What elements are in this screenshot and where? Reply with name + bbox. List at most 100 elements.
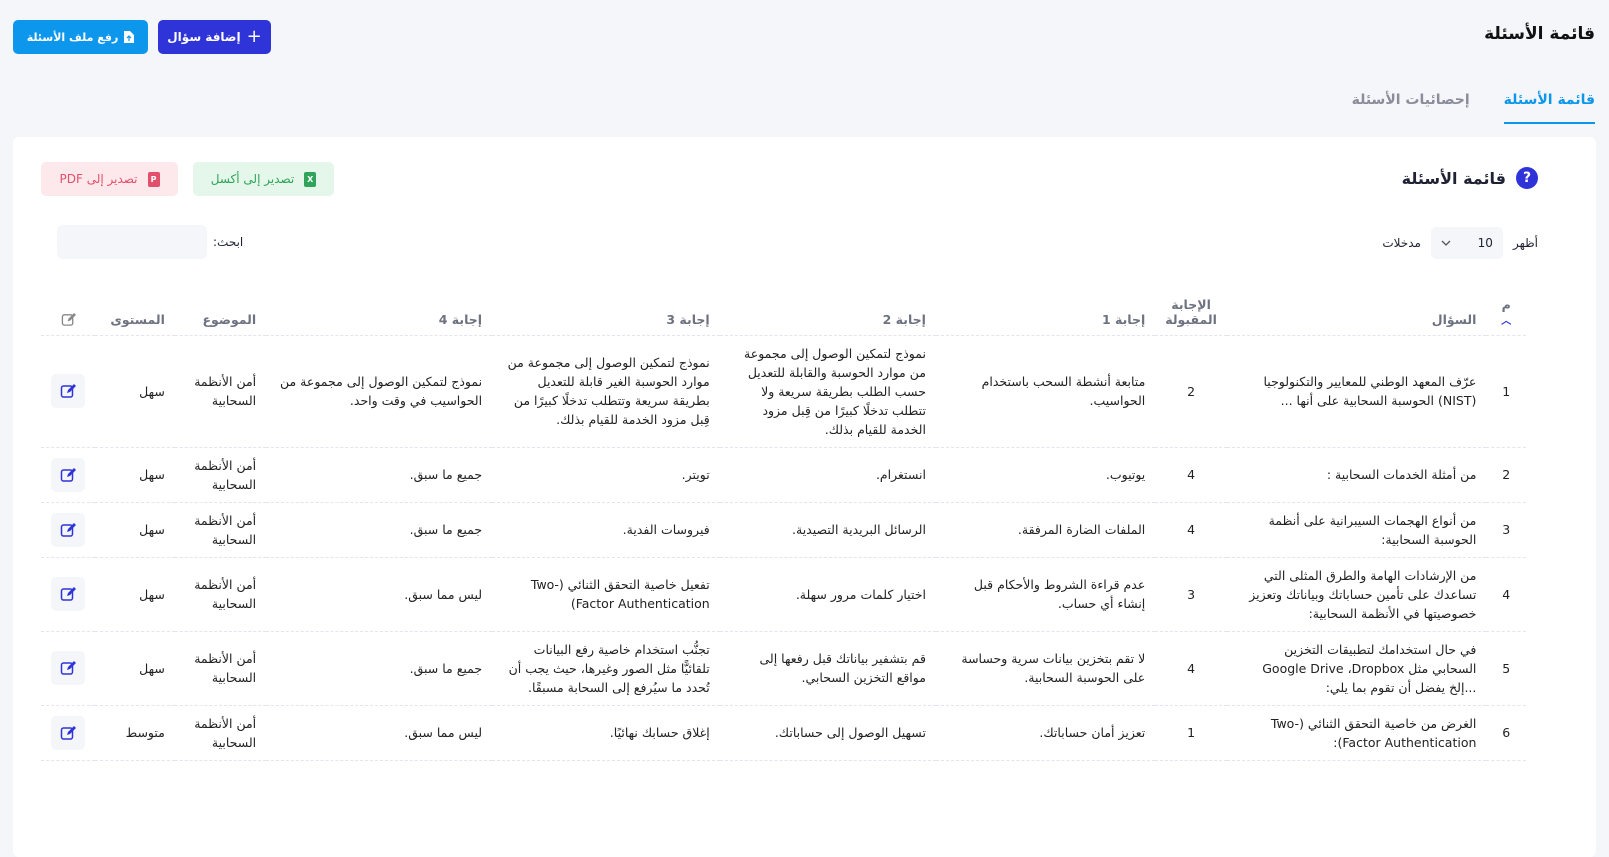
cell-correct: 4 [1155,447,1227,503]
cell-index: 6 [1486,705,1526,761]
export-excel-label: تصدير إلى أكسل [210,172,295,186]
sort-asc-icon: ︿ [1501,315,1512,327]
edit-question-button[interactable] [51,512,86,547]
col-level[interactable]: المستوى [95,277,175,336]
cell-topic: أمن الأنظمة السحابية [174,502,267,558]
help-icon[interactable]: ? [1516,167,1538,189]
table-row: 5 في حال استخدامك لتطبيقات التخزين السحاب… [41,631,1526,706]
cell-correct: 3 [1155,557,1227,632]
cell-a1: تعزيز أمان حساباتك. [935,705,1156,761]
cell-level: سهل [95,447,175,503]
col-index[interactable]: م ︿ [1486,277,1526,336]
cell-edit [41,447,96,503]
edit-icon [60,587,77,601]
table-row: 6 الغرض من خاصية التحقق الثنائي (Two-Fact… [41,705,1526,761]
cell-a4: جميع ما سبق. [266,631,493,706]
cell-a1: متابعة أنشطة السحب باستخدام الحواسيب. [935,335,1156,448]
col-correct[interactable]: الإجابة المقبولة [1155,277,1227,336]
cell-topic: أمن الأنظمة السحابية [174,335,267,448]
cell-correct: 2 [1155,335,1227,448]
cell-a3: تويتر. [492,447,720,503]
edit-question-button[interactable] [51,715,86,750]
entries-label: مدخلات [1382,236,1421,250]
page-title: قائمة الأسئلة [1484,24,1595,44]
table-row: 2 من أمثلة الخدمات السحابية :4 يوتيوب. انست… [41,447,1526,503]
table-row: 4 من الإرشادات الهامة والطرق المثلى التي … [41,557,1526,632]
cell-index: 3 [1486,502,1526,558]
export-pdf-label: تصدير إلى PDF [59,172,138,186]
show-label: أظهر [1512,236,1538,250]
cell-edit [41,631,96,706]
edit-icon [60,467,77,482]
export-pdf-button[interactable]: P تصدير إلى PDF [41,162,178,196]
search-control: ابحث: [57,225,243,259]
cell-edit [41,557,96,632]
cell-edit [41,335,96,448]
edit-question-button[interactable] [51,374,86,408]
export-excel-button[interactable]: X تصدير إلى أكسل [193,162,334,196]
cell-question: عرّف المعهد الوطني للمعايير والتكنولوجيا… [1226,335,1487,448]
cell-a3: نموذج لتمكين الوصول إلى مجموعة من موارد … [492,335,720,448]
upload-questions-button[interactable]: رفع ملف الأسئلة [13,20,148,54]
col-answer-2[interactable]: إجابة 2 [719,277,936,336]
cell-level: سهل [95,335,175,448]
cell-edit [41,705,96,761]
col-answer-4[interactable]: إجابة 4 [266,277,493,336]
cell-question: من الإرشادات الهامة والطرق المثلى التي ت… [1226,557,1487,632]
col-answer-1[interactable]: إجابة 1 [935,277,1156,336]
cell-a1: يوتيوب. [935,447,1156,503]
cell-a2: الرسائل البريدية التصيدية. [719,502,936,558]
cell-a2: تسهيل الوصول إلى حساباتك. [719,705,936,761]
table-row: 1 عرّف المعهد الوطني للمعايير والتكنولوجي… [41,335,1526,448]
cell-index: 5 [1486,631,1526,706]
pdf-file-icon: P [147,171,160,187]
edit-question-button[interactable] [51,577,86,611]
cell-a2: نموذج لتمكين الوصول إلى مجموعة من موارد … [719,335,936,448]
cell-a4: نموذج لتمكين الوصول إلى مجموعة من الحواس… [266,335,493,448]
cell-level: سهل [95,631,175,706]
chevron-down-icon [1441,240,1451,246]
cell-level: سهل [95,502,175,558]
search-input[interactable] [57,225,207,259]
upload-questions-label: رفع ملف الأسئلة [26,30,119,44]
cell-topic: أمن الأنظمة السحابية [174,447,267,503]
col-edit [41,277,96,336]
tab-questions-list[interactable]: قائمة الأسئلة [1503,92,1595,124]
search-label: ابحث: [213,235,244,249]
add-question-button[interactable]: + إضافة سؤال [158,20,271,54]
questions-table: م ︿ السؤال الإجابة المقبولة إجابة 1 إجابة… [41,277,1526,761]
cell-a4: جميع ما سبق. [266,447,493,503]
col-topic[interactable]: الموضوع [174,277,267,336]
edit-icon [60,522,77,537]
cell-a1: لا تقم بتخزين بيانات سرية وحساسة على الح… [935,631,1156,706]
tab-questions-stats[interactable]: إحصائيات الأسئلة [1352,92,1470,124]
cell-index: 4 [1486,557,1526,632]
cell-a1: عدم قراءة الشروط والأحكام قبل إنشاء أي ح… [935,557,1156,632]
cell-edit [41,502,96,558]
top-bar: قائمة الأسئلة + إضافة سؤال رفع ملف الأسئ… [0,0,1609,80]
cell-level: متوسط [95,705,175,761]
cell-a2: قم بتشفير بياناتك قبل رفعها إلى مواقع ال… [719,631,936,706]
cell-a3: إغلاق حسابك نهائيًا. [492,705,720,761]
cell-level: سهل [95,557,175,632]
edit-question-button[interactable] [51,651,86,685]
cell-a2: اختيار كلمات مرور سهلة. [719,557,936,632]
cell-a1: الملفات الضارة المرفقة. [935,502,1156,558]
col-question[interactable]: السؤال [1226,277,1487,336]
page-size-select[interactable]: 10 [1430,227,1503,259]
col-answer-3[interactable]: إجابة 3 [492,277,720,336]
cell-question: من أمثلة الخدمات السحابية : [1226,447,1487,503]
cell-correct: 1 [1155,705,1227,761]
cell-question: من أنواع الهجمات السيبرانية على أنظمة ال… [1226,502,1487,558]
cell-topic: أمن الأنظمة السحابية [174,705,267,761]
cell-index: 2 [1486,447,1526,503]
cell-question: الغرض من خاصية التحقق الثنائي (Two-Facto… [1226,705,1487,761]
cell-a4: ليس مما سبق. [266,705,493,761]
cell-a4: جميع ما سبق. [266,502,493,558]
cell-topic: أمن الأنظمة السحابية [174,631,267,706]
card-title: ? قائمة الأسئلة [1402,167,1538,189]
add-question-label: إضافة سؤال [167,30,241,44]
table-row: 3 من أنواع الهجمات السيبرانية على أنظمة ا… [41,502,1526,558]
edit-question-button[interactable] [51,457,86,492]
cell-a3: تجنُّب استخدام خاصية رفع البيانات تلقائي… [492,631,720,706]
